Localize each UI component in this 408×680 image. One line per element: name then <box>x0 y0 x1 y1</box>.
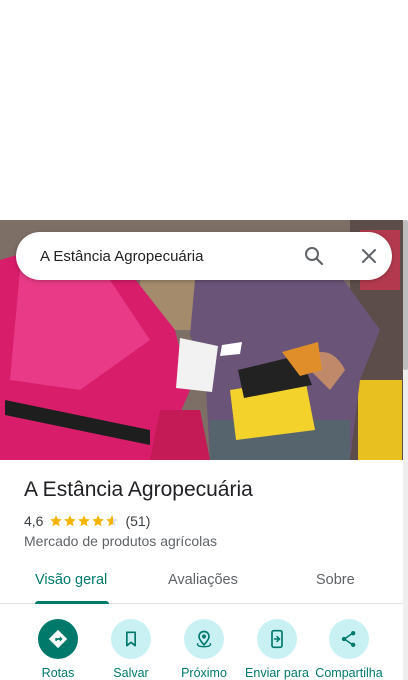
action-bar: Rotas Salvar Próximo Enviar para Compart… <box>0 612 403 680</box>
nearby-button[interactable]: Próximo <box>164 612 244 680</box>
star-icon <box>78 515 91 527</box>
star-icon <box>92 515 105 527</box>
send-to-phone-button[interactable]: Enviar para <box>237 612 317 680</box>
share-label: Compartilha <box>315 666 383 680</box>
place-category: Mercado de produtos agrícolas <box>24 533 217 549</box>
send-to-phone-label: Enviar para <box>245 666 309 680</box>
star-icon <box>106 515 119 527</box>
share-icon <box>329 619 369 659</box>
scrollbar-thumb[interactable] <box>403 220 408 370</box>
search-bar[interactable]: A Estância Agropecuária <box>16 232 392 280</box>
tab-overview[interactable]: Visão geral <box>35 572 107 588</box>
tab-reviews[interactable]: Avaliações <box>168 572 238 588</box>
place-title: A Estância Agropecuária <box>24 478 253 501</box>
tab-bar: Visão geral Avaliações Sobre <box>0 562 403 604</box>
save-label: Salvar <box>113 666 149 680</box>
scrollbar[interactable] <box>403 220 408 680</box>
share-button[interactable]: Compartilha <box>309 612 389 680</box>
directions-button[interactable]: Rotas <box>18 612 98 680</box>
nearby-icon <box>184 619 224 659</box>
rating-value: 4,6 <box>24 513 44 529</box>
search-icon[interactable] <box>302 244 326 268</box>
bookmark-icon <box>111 619 151 659</box>
tab-about[interactable]: Sobre <box>316 572 355 588</box>
close-icon[interactable] <box>357 244 381 268</box>
nearby-label: Próximo <box>181 666 227 680</box>
directions-label: Rotas <box>41 666 75 680</box>
rating-stars <box>49 514 119 528</box>
directions-icon <box>38 619 78 659</box>
map-area[interactable] <box>0 0 408 220</box>
active-tab-indicator <box>35 601 109 604</box>
star-icon <box>50 515 63 527</box>
rating-row[interactable]: 4,6 (51) <box>24 512 150 530</box>
send-to-phone-icon <box>257 619 297 659</box>
review-count[interactable]: (51) <box>125 513 150 529</box>
star-icon <box>64 515 77 527</box>
save-button[interactable]: Salvar <box>91 612 171 680</box>
search-input[interactable]: A Estância Agropecuária <box>40 248 392 265</box>
